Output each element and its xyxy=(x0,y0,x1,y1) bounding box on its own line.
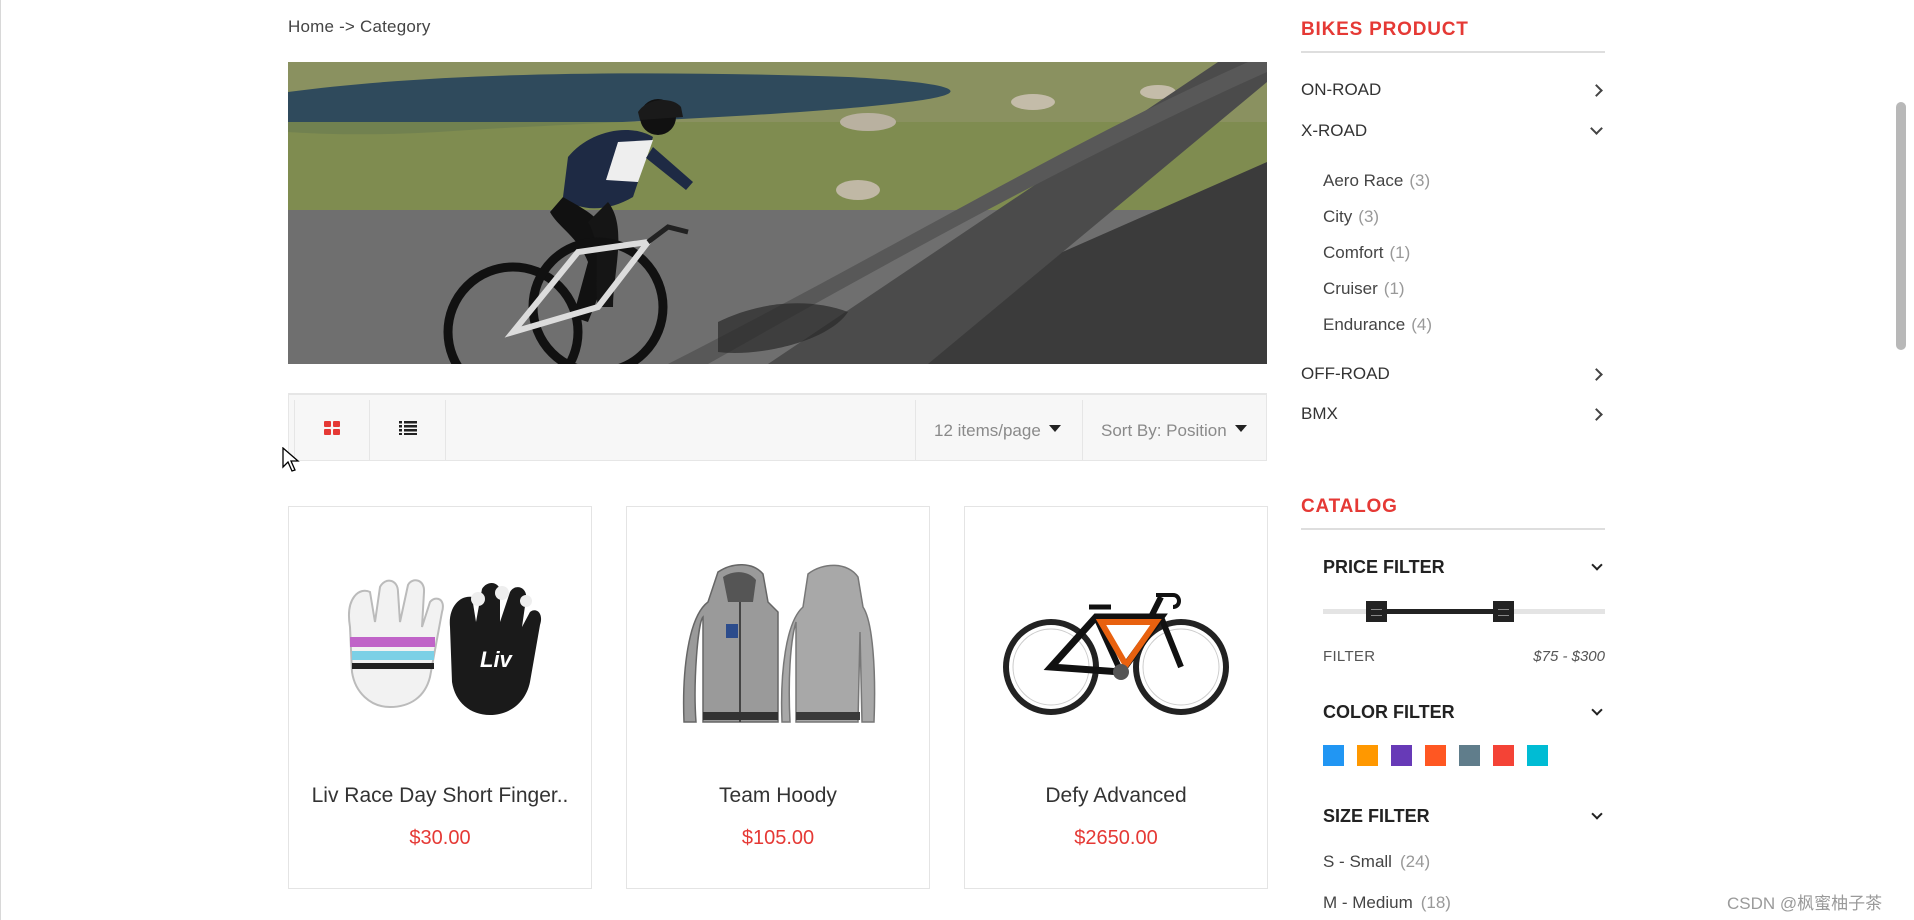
breadcrumb[interactable]: Home -> Category xyxy=(288,17,431,37)
watermark: CSDN @枫蜜柚子茶 xyxy=(1727,894,1883,913)
product-price: $30.00 xyxy=(409,827,471,849)
price-filter-label: FILTER xyxy=(1323,648,1376,665)
subcategory-comfort[interactable]: Comfort (1) xyxy=(1323,243,1410,263)
product-toolbar: 12 items/page Sort By: Position xyxy=(288,393,1267,461)
chevron-down-icon[interactable] xyxy=(1590,121,1603,135)
category-label: BMX xyxy=(1301,404,1338,423)
product-name[interactable]: Defy Advanced xyxy=(965,784,1267,808)
mouse-cursor-icon xyxy=(282,446,300,478)
color-filter-header[interactable]: COLOR FILTER xyxy=(1323,702,1605,723)
caret-down-icon xyxy=(1048,425,1061,432)
size-filter-header[interactable]: SIZE FILTER xyxy=(1323,806,1605,827)
subcategory-label: Comfort xyxy=(1323,243,1384,262)
subcategory-city[interactable]: City (3) xyxy=(1323,207,1379,227)
subcategory-endurance[interactable]: Endurance (4) xyxy=(1323,315,1432,335)
color-swatch-purple[interactable] xyxy=(1391,745,1412,766)
subcategory-label: Cruiser xyxy=(1323,279,1378,298)
product-price: $105.00 xyxy=(741,827,815,849)
bikes-product-title: BIKES PRODUCT xyxy=(1301,19,1605,53)
color-swatch-deep-orange[interactable] xyxy=(1425,745,1446,766)
color-swatch-red[interactable] xyxy=(1493,745,1514,766)
chevron-down-icon[interactable] xyxy=(1591,558,1603,571)
subcategory-count: (1) xyxy=(1389,243,1411,262)
sort-by-label: Sort By: Position xyxy=(1101,420,1227,440)
size-label: M - Medium xyxy=(1323,893,1413,912)
toolbar-top-divider xyxy=(289,394,1266,395)
product-card[interactable]: Defy Advanced $2650.00 xyxy=(964,506,1268,889)
product-name[interactable]: Team Hoody xyxy=(627,784,929,808)
price-filter-title: PRICE FILTER xyxy=(1323,557,1445,577)
category-on-road[interactable]: ON-ROAD xyxy=(1301,80,1605,100)
subcategory-aero-race[interactable]: Aero Race (3) xyxy=(1323,171,1430,191)
page-left-border xyxy=(0,0,1,920)
items-per-page-dropdown[interactable]: 12 items/page xyxy=(915,400,1082,461)
category-label: ON-ROAD xyxy=(1301,80,1382,99)
color-swatch-blue[interactable] xyxy=(1323,745,1344,766)
category-banner xyxy=(288,62,1267,364)
product-card[interactable]: Team Hoody $105.00 xyxy=(626,506,930,889)
list-view-button[interactable] xyxy=(370,400,446,461)
gloves-image[interactable]: Liv xyxy=(289,547,591,747)
subcategory-cruiser[interactable]: Cruiser (1) xyxy=(1323,279,1405,299)
subcategory-count: (1) xyxy=(1383,279,1405,298)
subcategory-count: (3) xyxy=(1409,171,1431,190)
scrollbar-thumb[interactable] xyxy=(1896,102,1906,350)
subcategory-label: Endurance xyxy=(1323,315,1406,334)
svg-text:Liv: Liv xyxy=(480,647,514,672)
color-swatch-blue-grey[interactable] xyxy=(1459,745,1480,766)
color-swatch-cyan[interactable] xyxy=(1527,745,1548,766)
hoody-image[interactable] xyxy=(627,547,929,747)
size-count: (24) xyxy=(1399,852,1431,871)
subcategory-count: (4) xyxy=(1411,315,1433,334)
subcategory-label: City xyxy=(1323,207,1353,226)
price-filter-range: $75 - $300 xyxy=(1533,648,1605,665)
size-filter-title: SIZE FILTER xyxy=(1323,806,1430,826)
color-filter-title: COLOR FILTER xyxy=(1323,702,1455,722)
size-count: (18) xyxy=(1420,893,1451,912)
price-slider-max-handle[interactable] xyxy=(1493,601,1514,622)
caret-down-icon xyxy=(1234,425,1247,432)
product-card[interactable]: Liv Liv Race Day Short Finger.. $30.00 xyxy=(288,506,592,889)
sort-by-dropdown[interactable]: Sort By: Position xyxy=(1082,400,1268,461)
grid-view-button[interactable] xyxy=(294,400,370,461)
category-bmx[interactable]: BMX xyxy=(1301,404,1605,424)
product-price: $2650.00 xyxy=(1074,827,1158,849)
color-swatch-orange[interactable] xyxy=(1357,745,1378,766)
category-x-road[interactable]: X-ROAD xyxy=(1301,121,1605,141)
size-option-medium[interactable]: M - Medium (18) xyxy=(1323,893,1451,913)
subcategory-count: (3) xyxy=(1358,207,1380,226)
chevron-down-icon[interactable] xyxy=(1591,807,1603,820)
chevron-right-icon[interactable] xyxy=(1590,407,1603,421)
grid-icon xyxy=(324,421,340,440)
catalog-title: CATALOG xyxy=(1301,496,1605,530)
chevron-down-icon[interactable] xyxy=(1591,703,1603,716)
size-option-small[interactable]: S - Small (24) xyxy=(1323,852,1430,872)
product-name[interactable]: Liv Race Day Short Finger.. xyxy=(289,784,591,808)
price-slider-min-handle[interactable] xyxy=(1366,601,1387,622)
category-off-road[interactable]: OFF-ROAD xyxy=(1301,364,1605,384)
price-slider-range xyxy=(1376,609,1504,614)
category-label: X-ROAD xyxy=(1301,121,1368,140)
category-label: OFF-ROAD xyxy=(1301,364,1390,383)
items-per-page-label: 12 items/page xyxy=(934,420,1041,440)
size-label: S - Small xyxy=(1323,852,1392,871)
list-icon xyxy=(398,421,417,440)
price-filter-header[interactable]: PRICE FILTER xyxy=(1323,557,1605,578)
bike-image[interactable] xyxy=(965,547,1267,747)
subcategory-label: Aero Race xyxy=(1323,171,1404,190)
chevron-right-icon[interactable] xyxy=(1590,83,1603,97)
chevron-right-icon[interactable] xyxy=(1590,367,1603,381)
